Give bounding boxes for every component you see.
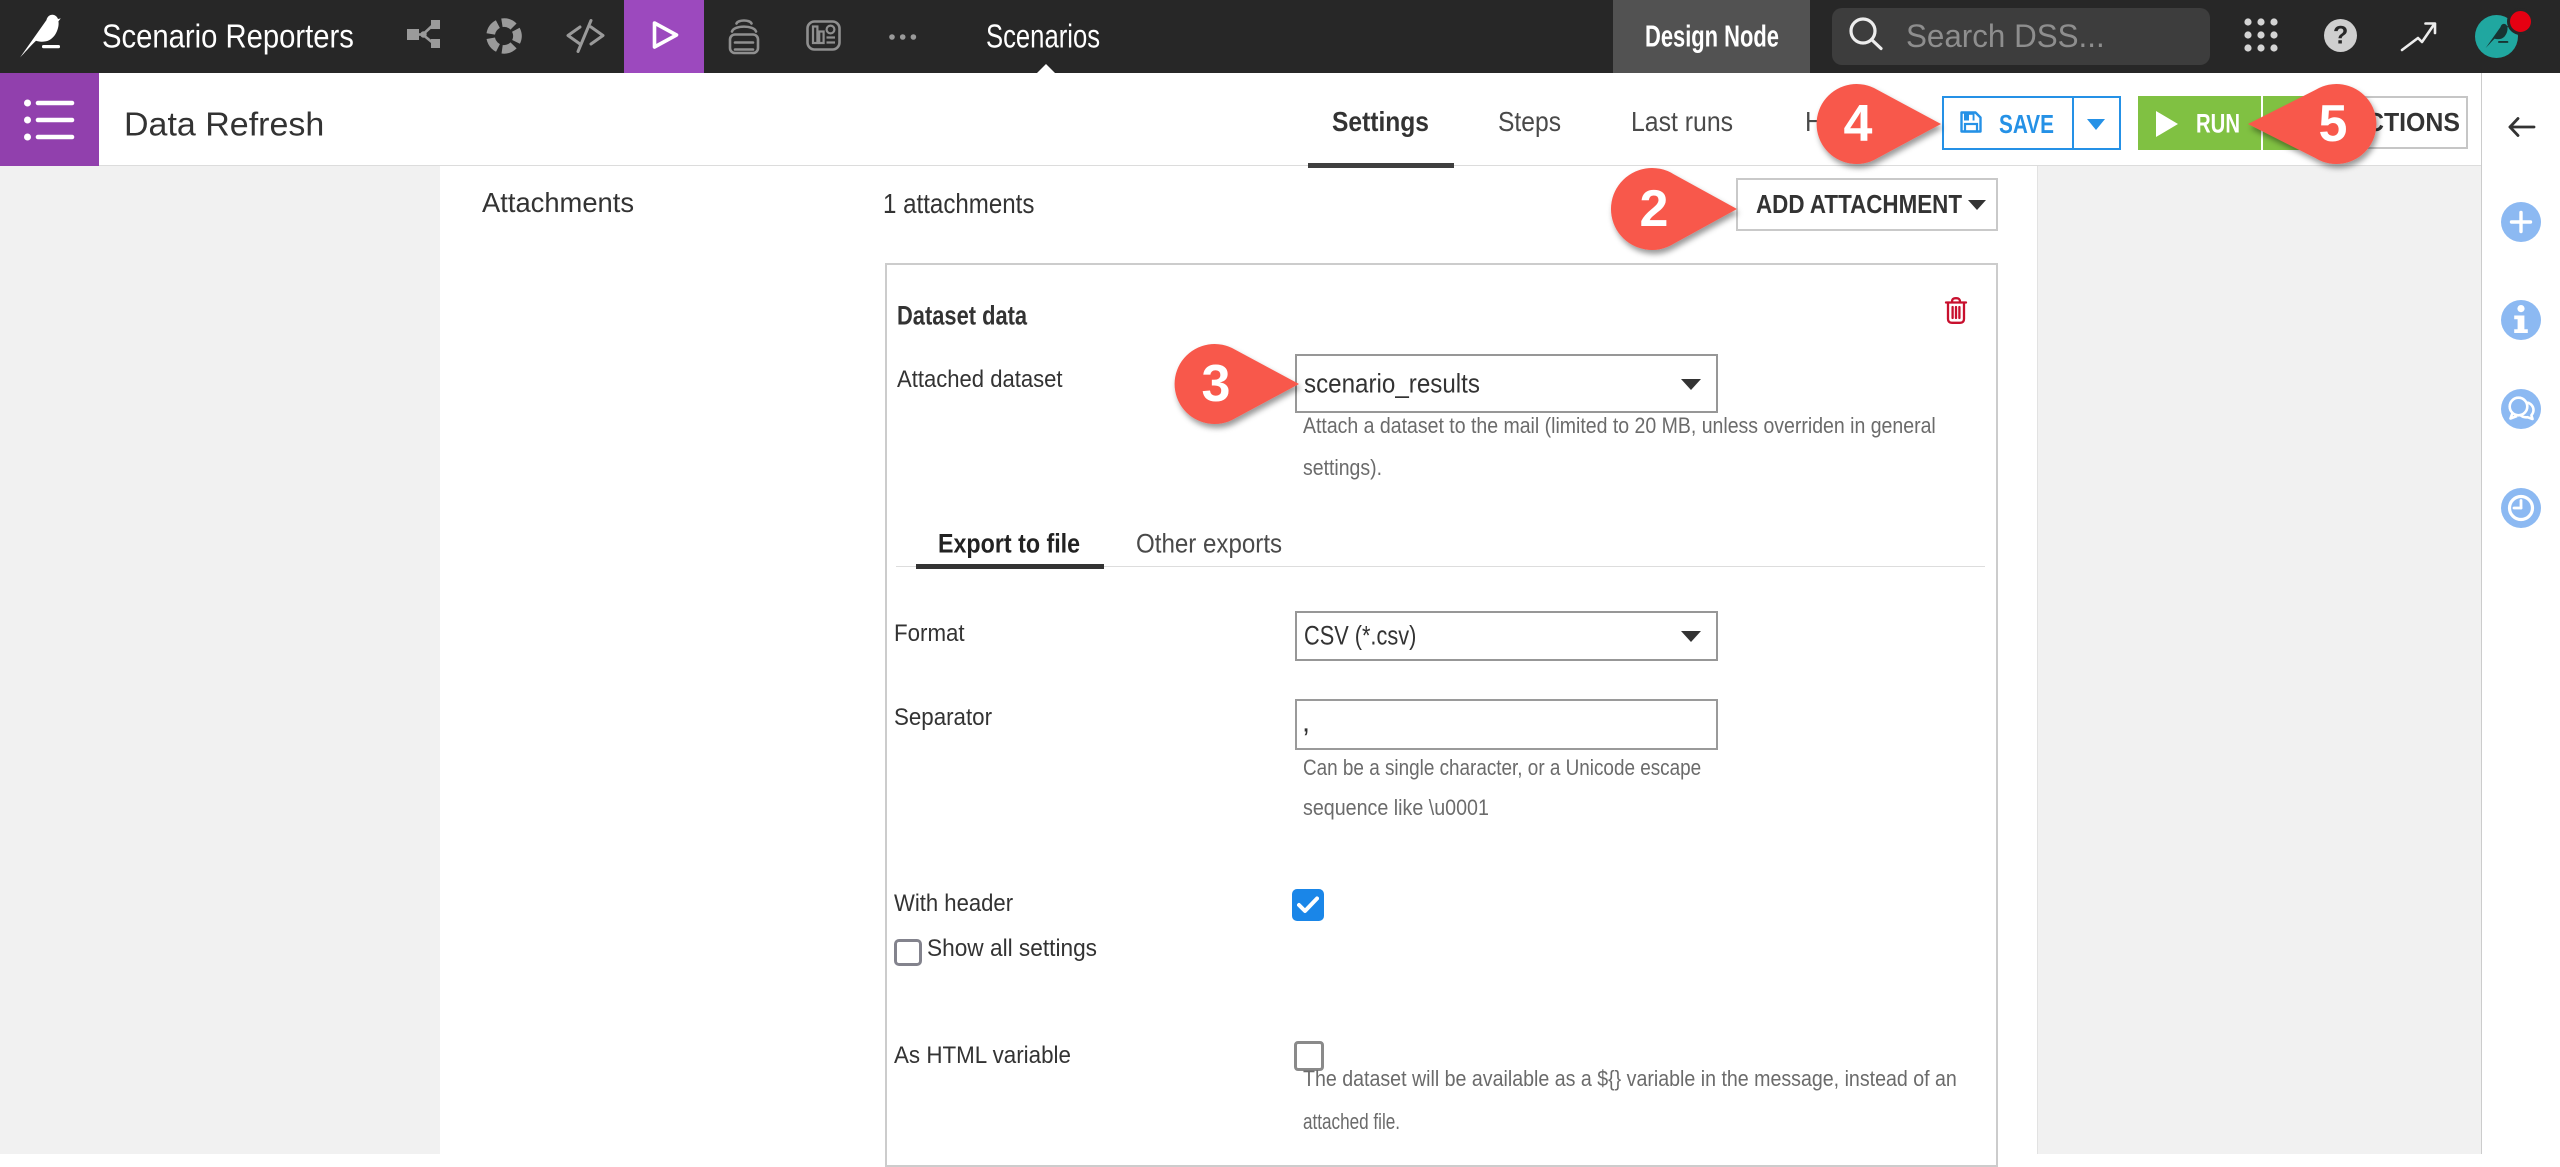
svg-text:4: 4 (1844, 95, 1873, 153)
svg-text:2: 2 (1640, 180, 1669, 238)
svg-text:3: 3 (1202, 355, 1231, 413)
svg-text:5: 5 (2319, 95, 2348, 153)
